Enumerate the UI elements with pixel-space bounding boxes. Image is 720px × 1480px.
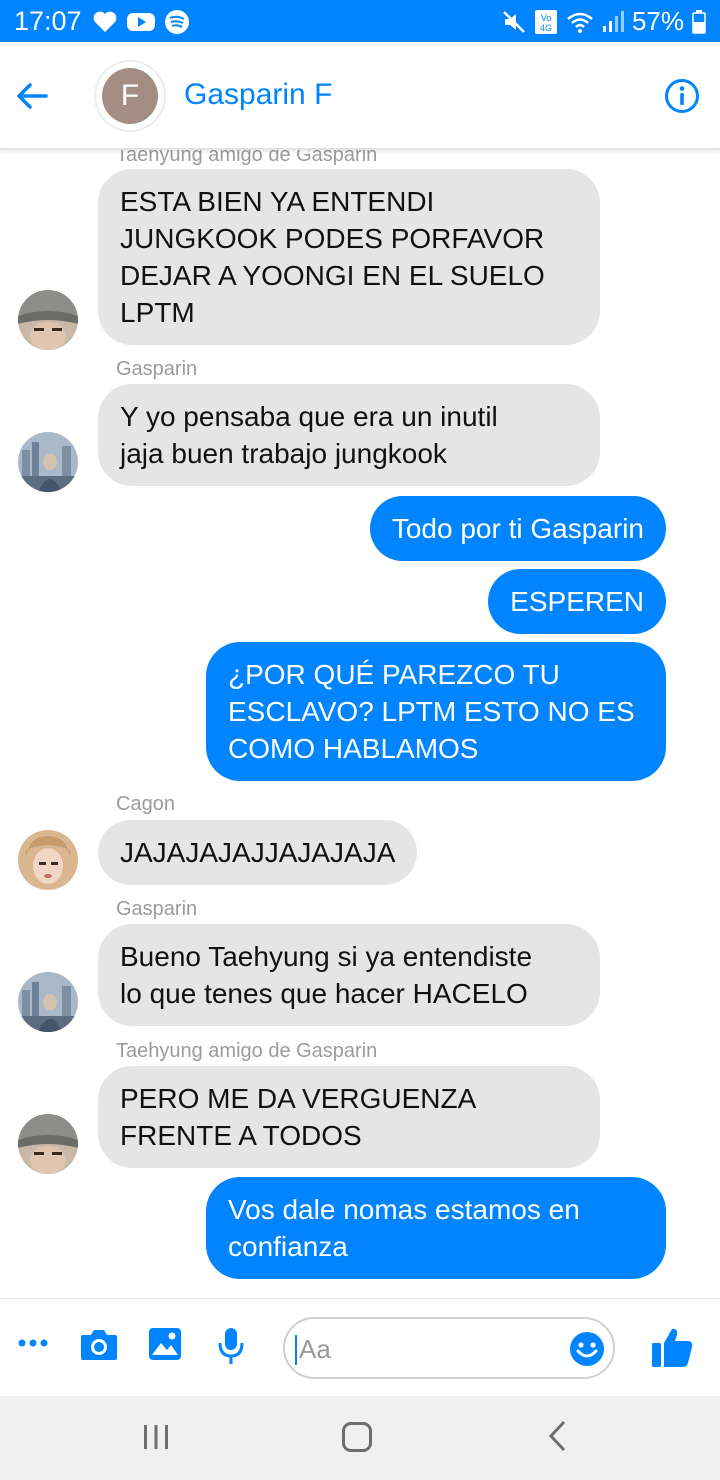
message-bubble-outgoing[interactable]: Todo por ti Gasparin (369, 496, 666, 561)
input-placeholder: Aa (299, 1334, 331, 1364)
more-icon[interactable] (18, 1337, 48, 1349)
avatar-letter: F (102, 68, 158, 124)
battery-percent: 57% (631, 6, 684, 36)
beanie-avatar[interactable] (18, 1114, 78, 1174)
conversation-header: F Gasparin F (0, 42, 720, 150)
spotify-icon (165, 10, 189, 34)
back-arrow-icon[interactable] (12, 76, 52, 116)
sender-label: Gasparin (116, 358, 198, 380)
svg-text:Vo: Vo (541, 13, 552, 23)
sender-label: Cagon (116, 793, 175, 815)
message-bubble-incoming[interactable]: Y yo pensaba que era un inutil jaja buen… (98, 384, 600, 486)
message-list[interactable]: Taehyung amigo de Gasparin ESTA BIEN YA … (0, 150, 720, 1298)
message-bubble-outgoing[interactable]: Vos dale nomas estamos en confianza (206, 1177, 666, 1279)
message-bubble-outgoing[interactable]: ESPEREN (488, 569, 666, 634)
image-icon[interactable] (148, 1327, 182, 1361)
youtube-icon (127, 13, 155, 31)
recent-apps-icon[interactable] (142, 1424, 170, 1450)
message-input[interactable]: Aa (283, 1317, 615, 1379)
contact-avatar[interactable]: F (96, 62, 164, 130)
status-right: Vo 4G 57% (502, 6, 706, 37)
text-caret (295, 1335, 297, 1365)
emoji-icon[interactable] (569, 1331, 605, 1367)
home-icon[interactable] (342, 1422, 372, 1452)
camera-icon[interactable] (80, 1327, 118, 1361)
status-bar: 17:07 Vo 4G 57% (0, 0, 720, 42)
conversation-title[interactable]: Gasparin F (184, 78, 332, 112)
sender-label: Taehyung amigo de Gasparin (116, 150, 378, 166)
city-avatar[interactable] (18, 432, 78, 492)
message-bubble-outgoing[interactable]: ¿POR QUÉ PAREZCO TU ESCLAVO? LPTM ESTO N… (206, 642, 666, 781)
svg-text:4G: 4G (540, 23, 552, 33)
back-icon[interactable] (546, 1420, 570, 1452)
notification-icons (92, 9, 190, 35)
mic-icon[interactable] (218, 1327, 244, 1365)
message-bubble-incoming[interactable]: ESTA BIEN YA ENTENDI JUNGKOOK PODES PORF… (98, 169, 600, 345)
signal-icon (602, 10, 624, 32)
photo-avatar[interactable] (18, 830, 78, 890)
beanie-avatar[interactable] (18, 290, 78, 350)
info-icon[interactable] (664, 78, 700, 114)
status-time: 17:07 (14, 6, 82, 36)
message-bubble-incoming[interactable]: PERO ME DA VERGUENZA FRENTE A TODOS (98, 1066, 600, 1168)
sender-label: Gasparin (116, 898, 198, 920)
sender-label: Taehyung amigo de Gasparin (116, 1040, 378, 1062)
system-nav-bar (0, 1396, 720, 1480)
battery-icon (692, 9, 706, 34)
message-bubble-incoming[interactable]: Bueno Taehyung si ya entendiste lo que t… (98, 924, 600, 1026)
mute-icon (503, 10, 525, 33)
heart-icon (93, 11, 117, 32)
wifi-icon (567, 12, 593, 33)
message-bubble-incoming[interactable]: JAJAJAJAJJAJAJAJA (98, 820, 418, 885)
volte-icon: Vo4G (534, 9, 557, 34)
like-icon[interactable] (650, 1325, 694, 1369)
city-avatar[interactable] (18, 972, 78, 1032)
message-composer: Aa (0, 1298, 720, 1396)
